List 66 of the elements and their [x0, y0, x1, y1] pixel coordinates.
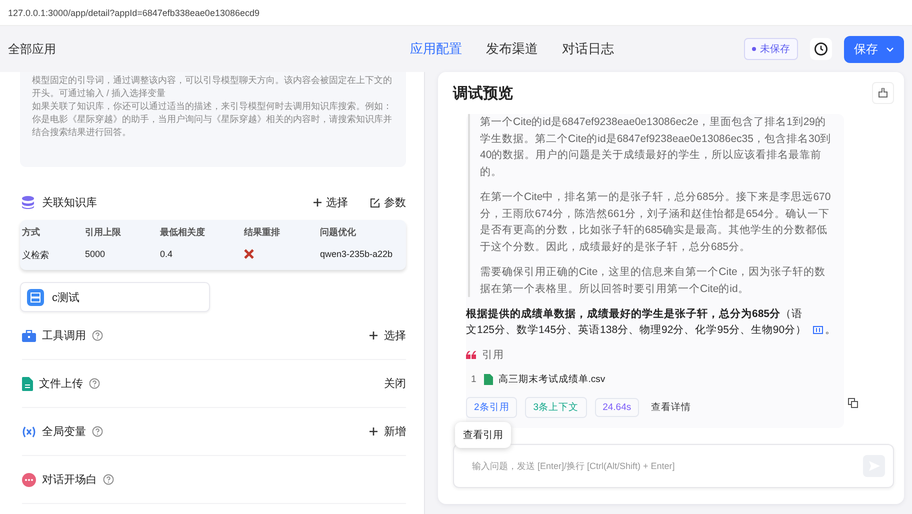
address-url[interactable]: 127.0.0.1:3000/app/detail?appId=6847efb338eae0e13086ecd9 [8, 8, 260, 18]
clock-icon [814, 42, 828, 56]
variable-icon [22, 426, 36, 438]
database-icon [22, 196, 34, 209]
params-button[interactable]: 参数 [370, 195, 406, 210]
help-icon [92, 330, 103, 341]
history-button[interactable] [810, 38, 832, 60]
answer-text: 根据提供的成绩单数据，成绩最好的学生是张子轩，总分为685分（语文125分、数学145分、英语138分、物理92分、化学95分、生物90分） [466, 307, 808, 338]
quote-label: 引用 [482, 348, 504, 362]
save-button[interactable]: 保存 [844, 36, 904, 62]
table-cell-text: 0.4 [160, 249, 174, 261]
section-title: 对话开场白 [42, 473, 97, 487]
nav-tab[interactable]: 发布渠道 [486, 40, 538, 58]
dataset-card[interactable]: c测试 [20, 282, 210, 312]
unsaved-badge: 未保存 [744, 38, 798, 60]
info-tag[interactable]: 24.64s [594, 398, 640, 417]
info-tag[interactable]: 2条引用 [466, 397, 518, 418]
toolbox-icon [22, 330, 36, 342]
dataset-name: c测试 [52, 290, 80, 304]
column-header: 引用上限 [85, 226, 122, 239]
column-header: 最低相关度 [160, 226, 206, 239]
plus-icon [313, 198, 322, 207]
table-cell-text: qwen3-235b-a22b [320, 249, 394, 261]
plus-icon [369, 427, 378, 436]
section-title: 工具调用 [42, 329, 86, 343]
plus-icon [369, 331, 378, 340]
dataset-icon [27, 288, 44, 306]
citation-file: 高三期末考试成绩单.csv [498, 373, 606, 386]
view-details-link[interactable]: 查看详情 [651, 401, 692, 414]
section-title: 关联知识库 [42, 196, 98, 210]
hint-paragraph: 如果关联了知识库，你还可以通过适当的描述，来引导模型何时去调用知识库搜索。例如： [32, 100, 393, 113]
add-button[interactable]: 选择 [369, 328, 406, 343]
document-icon [22, 376, 33, 390]
edit-icon [370, 198, 380, 208]
select-button[interactable]: 选择 [313, 195, 348, 210]
add-button[interactable]: 新增 [369, 424, 406, 439]
quote-icon [466, 351, 476, 359]
all-apps-link[interactable]: 全部应用 [8, 40, 410, 58]
tooltip: 查看引用 [455, 422, 511, 448]
section-title: 文件上传 [39, 376, 83, 391]
file-icon [484, 374, 494, 385]
citation-marker-icon[interactable] [813, 326, 823, 334]
copy-icon[interactable] [848, 398, 858, 408]
help-icon [89, 378, 100, 389]
column-header: 方式 [21, 226, 41, 239]
citation-index: 1 [471, 374, 476, 385]
table-cell-text: 义检索 [21, 249, 50, 262]
hint-paragraph: 模型固定的引导词，通过调整该内容，可以引导模型聊天方向。该内容会被固定在上下文的开头。可通过输入 / 插入选择变量 [32, 74, 393, 100]
panel-title: 调试预览 [453, 84, 513, 102]
help-icon [103, 474, 114, 485]
reasoning-paragraph: 在第一个Cite中，排名第一的是张子轩，总分685分。接下来是李思远670分，王雨欣674分，陈浩然661分，刘子涵和赵佳怡都是654分。确认一下是否有更高的分数，比如张子轩的685确实是最高。其他学生的分数都低于这个分数。因此，成绩最好的是张子轩，总分685分。 [480, 190, 832, 254]
status-toggle[interactable]: 关闭 [384, 376, 406, 391]
nav-tab[interactable]: 应用配置 [410, 40, 462, 58]
hint-paragraph: 你是电影《星际穿越》的助手，当用户询问与《星际穿越》相关的内容时，请搜索知识库并结合搜索结果进行回答。 [32, 113, 393, 139]
help-icon [92, 426, 103, 437]
chat-bubble-icon [22, 472, 36, 486]
reasoning-paragraph: 需要确保引用正确的Cite，这里的信息来自第一个Cite，因为张子轩的数据在第一个表格里。所以回答时要引用第一个Cite的id。 [480, 265, 826, 296]
chevron-down-icon [886, 46, 894, 52]
column-header: 结果重排 [244, 226, 281, 239]
nav-tab[interactable]: 对话日志 [562, 40, 614, 58]
column-header: 问题优化 [320, 226, 357, 239]
clear-button[interactable] [872, 82, 894, 104]
answer-text: 。 [825, 323, 836, 338]
reasoning-paragraph: 第一个Cite的id是6847ef9238eae0e13086ec2e，里面包含了排名1到29的学生数据。第二个Cite的id是6847ef9238eae0e13086ec35，包含排名30到40的数据。用户的问题是关于成绩最好的学生，所以应该看排名最靠前的。 [480, 115, 832, 180]
section-title: 全局变量 [42, 424, 86, 439]
table-cell-text: 5000 [85, 249, 106, 261]
